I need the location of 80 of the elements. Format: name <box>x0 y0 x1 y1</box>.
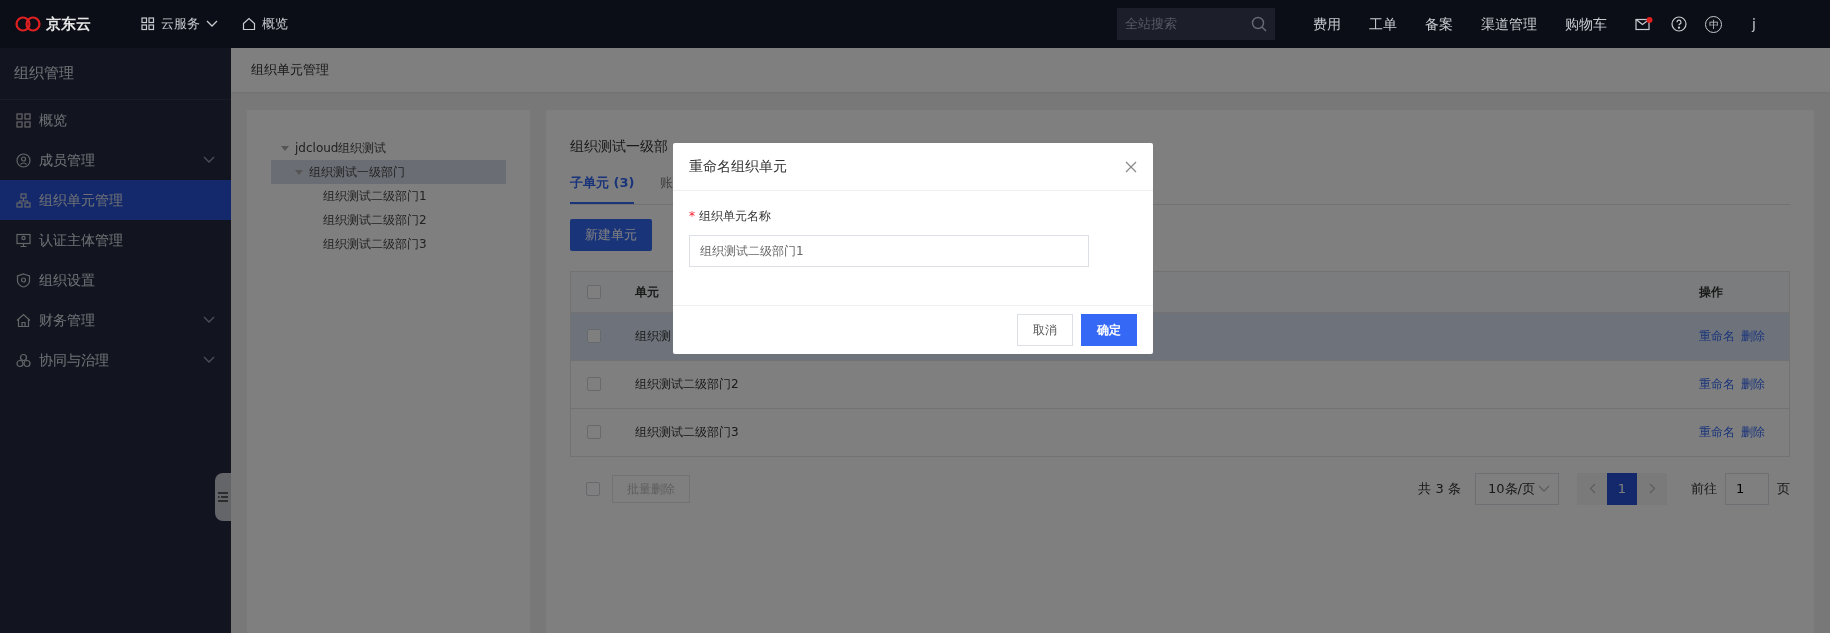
nav-link[interactable]: 渠道管理 <box>1481 13 1538 35</box>
tab[interactable]: 子单元 (3) <box>570 169 635 204</box>
house-icon <box>16 312 31 328</box>
checkbox[interactable] <box>587 377 601 391</box>
action-link[interactable]: 删除 <box>1741 327 1765 345</box>
column-header: 单元 <box>635 283 660 301</box>
table-cell: 组织测试二级部门3 <box>635 425 739 439</box>
checkbox[interactable] <box>587 284 601 299</box>
home-icon <box>242 17 256 31</box>
person-icon <box>16 152 31 168</box>
chevron-down-icon <box>1538 484 1550 493</box>
grid-icon <box>141 17 155 31</box>
tree-node[interactable]: 组织测试二级部门2 <box>271 208 506 232</box>
sidebar-item[interactable]: 认证主体管理 <box>0 220 231 260</box>
chevron-right-icon <box>1648 483 1656 494</box>
close-button[interactable] <box>1125 160 1137 173</box>
page-button[interactable]: 1 <box>1607 472 1637 505</box>
checkbox[interactable] <box>587 425 601 439</box>
search-field[interactable]: 全站搜索 <box>1117 8 1276 40</box>
required-mark: * <box>689 208 695 225</box>
nav-link[interactable]: 费用 <box>1313 13 1342 35</box>
field-label: 组织单元名称 <box>699 208 771 225</box>
column-header: 操作 <box>1699 283 1724 301</box>
logo-text: 京东云 <box>46 13 91 35</box>
page-suffix: 页 <box>1777 479 1790 498</box>
chevron-down-icon <box>203 356 215 364</box>
new-unit-button[interactable]: 新建单元 <box>570 218 652 251</box>
tree-node[interactable]: 组织测试二级部门3 <box>271 232 506 256</box>
sidebar-item[interactable]: 组织设置 <box>0 260 231 300</box>
action-link[interactable]: 重命名 <box>1699 327 1735 345</box>
circles-icon <box>16 352 31 368</box>
sidebar-item[interactable]: 财务管理 <box>0 300 231 340</box>
help-icon <box>1671 16 1688 32</box>
chevron-down-icon <box>203 156 215 164</box>
search-placeholder: 全站搜索 <box>1125 15 1178 34</box>
table-cell: 组织测试二级部门2 <box>635 377 739 391</box>
nav-link[interactable]: 备案 <box>1425 13 1454 35</box>
action-link[interactable]: 删除 <box>1741 375 1765 393</box>
action-link[interactable]: 重命名 <box>1699 375 1735 393</box>
shield-icon <box>16 272 31 288</box>
page-input[interactable]: 1 <box>1725 472 1769 505</box>
close-icon <box>1125 160 1137 173</box>
tree-node[interactable]: jdcloud组织测试 <box>271 136 506 160</box>
next-page-button[interactable] <box>1637 472 1667 505</box>
tree-node[interactable]: 组织测试二级部门1 <box>271 184 506 208</box>
chevron-left-icon <box>1588 483 1596 494</box>
prev-page-button[interactable] <box>1577 472 1607 505</box>
chevron-down-icon <box>203 316 215 324</box>
cancel-button[interactable]: 取消 <box>1017 314 1073 346</box>
name-input-field[interactable]: 组织测试二级部门1 <box>689 235 1089 267</box>
monitor-icon <box>16 232 31 248</box>
logo-icon <box>14 15 42 33</box>
org-chart-icon <box>16 192 31 208</box>
sidebar-item[interactable]: 协同与治理 <box>0 340 231 380</box>
table-cell: 组织测 <box>635 329 671 343</box>
chevron-down-icon <box>206 20 218 28</box>
nav-menu[interactable]: 云服务 <box>161 14 200 34</box>
total-count: 共 3 条 <box>1418 479 1461 498</box>
checkbox[interactable] <box>587 329 601 343</box>
sidebar-item[interactable]: 成员管理 <box>0 140 231 180</box>
action-link[interactable]: 删除 <box>1741 423 1765 441</box>
section-title: 组织测试一级部 <box>570 137 669 156</box>
nav-link[interactable]: 概览 <box>262 14 288 34</box>
nav-link[interactable]: 购物车 <box>1565 13 1608 35</box>
breadcrumb-title: 组织单元管理 <box>231 48 1830 92</box>
collapse-handle[interactable] <box>215 473 231 521</box>
sidebar-item[interactable]: 组织单元管理 <box>0 180 231 220</box>
search-icon <box>1251 16 1268 32</box>
dialog-title: 重命名组织单元 <box>689 157 787 176</box>
tab[interactable]: 账 <box>660 169 674 204</box>
goto-label: 前往 <box>1691 479 1717 498</box>
confirm-button[interactable]: 确定 <box>1081 314 1137 346</box>
sidebar-item[interactable]: 概览 <box>0 100 231 140</box>
user-name[interactable]: j <box>1752 13 1816 35</box>
grid-icon <box>16 112 31 128</box>
nav-link[interactable]: 工单 <box>1369 13 1398 35</box>
list-icon <box>218 492 228 502</box>
tree-node[interactable]: 组织测试一级部门 <box>271 160 506 184</box>
page-size-select[interactable]: 10条/页 <box>1475 472 1559 505</box>
action-link[interactable]: 重命名 <box>1699 423 1735 441</box>
